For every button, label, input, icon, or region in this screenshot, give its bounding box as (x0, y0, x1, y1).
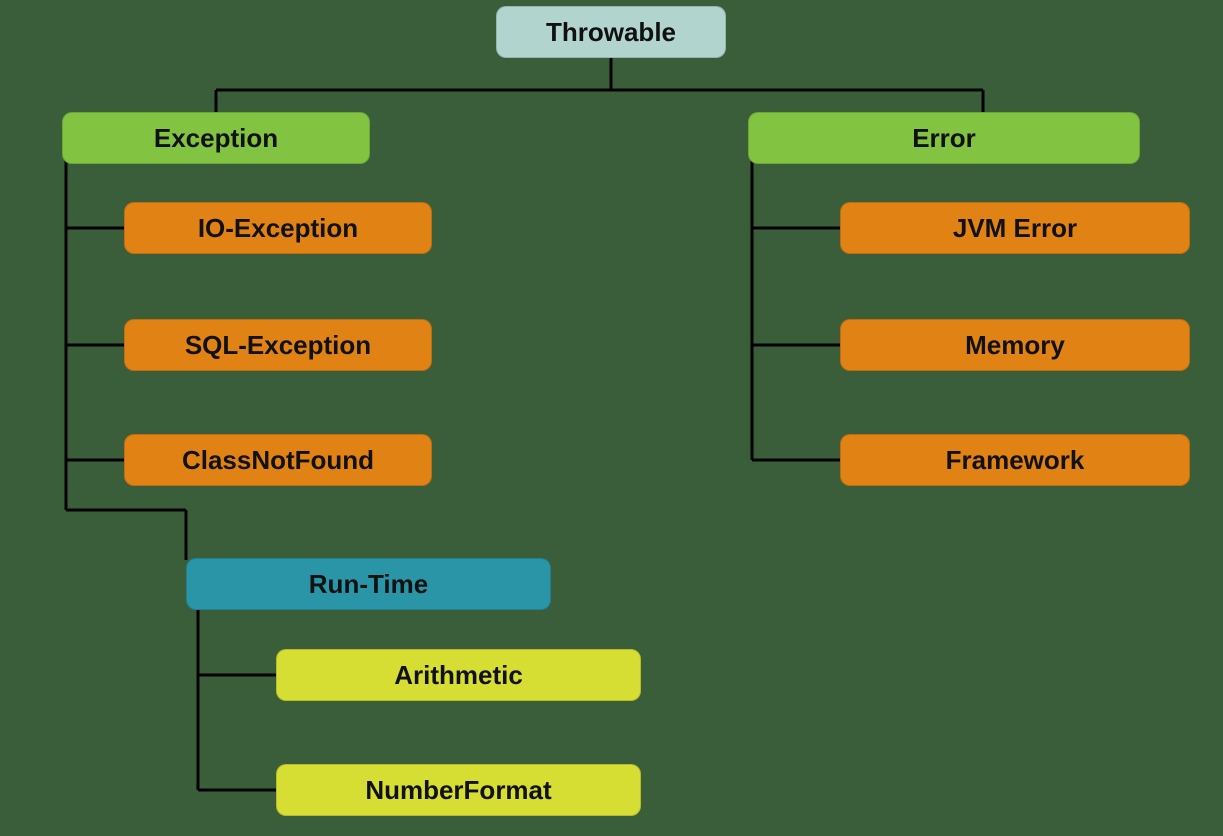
node-runtime: Run-Time (186, 558, 551, 610)
node-numberformat: NumberFormat (276, 764, 641, 816)
node-jvm-error: JVM Error (840, 202, 1190, 254)
node-arithmetic: Arithmetic (276, 649, 641, 701)
node-classnotfound: ClassNotFound (124, 434, 432, 486)
node-framework: Framework (840, 434, 1190, 486)
node-throwable: Throwable (496, 6, 726, 58)
node-sql-exception: SQL-Exception (124, 319, 432, 371)
node-memory: Memory (840, 319, 1190, 371)
node-exception: Exception (62, 112, 370, 164)
node-io-exception: IO-Exception (124, 202, 432, 254)
node-error: Error (748, 112, 1140, 164)
